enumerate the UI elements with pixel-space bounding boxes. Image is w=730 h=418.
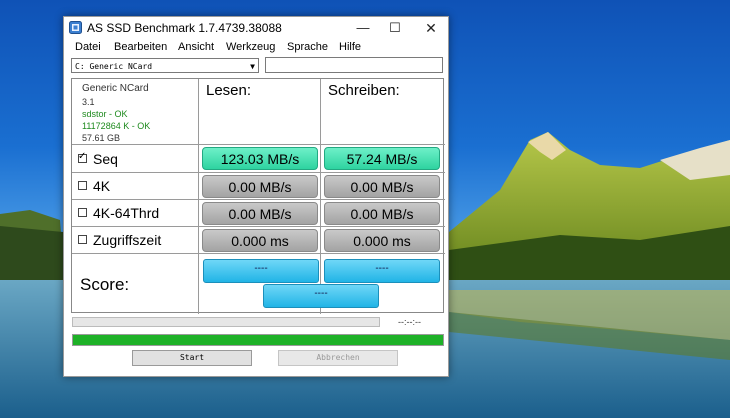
seq-checkbox[interactable] [78, 151, 87, 163]
grid-divider [320, 79, 321, 314]
row-label-4k-64thrd: 4K-64Thrd [78, 205, 159, 221]
column-header-write: Schreiben: [328, 82, 400, 99]
drive-capacity: 57.61 GB [82, 133, 121, 143]
seq-read-result: 123.03 MB/s [202, 147, 318, 170]
menu-hilfe[interactable]: Hilfe [339, 41, 361, 53]
grid-divider [72, 172, 445, 173]
maximize-button[interactable]: ☐ [380, 17, 410, 39]
drive-select[interactable]: C: Generic NCard ▼ [71, 58, 259, 73]
menu-werkzeug[interactable]: Werkzeug [226, 41, 275, 53]
chevron-down-icon[interactable]: ▼ [250, 59, 255, 74]
drive-select-value: C: Generic NCard [75, 62, 153, 71]
grid-divider [72, 253, 445, 254]
close-button[interactable]: ✕ [416, 17, 446, 39]
row-label-4k: 4K [78, 178, 110, 194]
driver-status: sdstor - OK [82, 109, 128, 119]
row-label-access-time: Zugriffszeit [78, 232, 161, 248]
menu-datei[interactable]: Datei [75, 41, 101, 53]
4k-read-result: 0.00 MB/s [202, 175, 318, 198]
access-time-write-result: 0.000 ms [324, 229, 440, 252]
menu-bearbeiten[interactable]: Bearbeiten [114, 41, 167, 53]
access-time-checkbox[interactable] [78, 235, 87, 244]
drive-name: Generic NCard [82, 83, 149, 94]
access-time-read-result: 0.000 ms [202, 229, 318, 252]
grid-divider [72, 144, 445, 145]
row-label-seq: Seq [78, 151, 118, 167]
seq-write-result: 57.24 MB/s [324, 147, 440, 170]
minimize-button[interactable]: — [348, 17, 378, 39]
row-label-text: Seq [93, 151, 118, 167]
path-field[interactable] [265, 57, 443, 73]
4k-checkbox[interactable] [78, 181, 87, 190]
start-button[interactable]: Start [132, 350, 252, 366]
menu-sprache[interactable]: Sprache [287, 41, 328, 53]
4k-write-result: 0.00 MB/s [324, 175, 440, 198]
score-write: ---- [324, 259, 440, 283]
app-icon [69, 21, 82, 34]
main-progress-bar [72, 334, 444, 346]
window-title: AS SSD Benchmark 1.7.4739.38088 [87, 21, 282, 35]
as-ssd-window: AS SSD Benchmark 1.7.4739.38088 — ☐ ✕ Da… [63, 16, 449, 377]
results-grid: Generic NCard 3.1 sdstor - OK 11172864 K… [71, 78, 445, 314]
score-total: ---- [263, 284, 379, 308]
menu-ansicht[interactable]: Ansicht [178, 41, 214, 53]
grid-divider [198, 79, 199, 314]
4k-64thrd-read-result: 0.00 MB/s [202, 202, 318, 225]
row-label-text: Zugriffszeit [93, 232, 162, 248]
abort-button[interactable]: Abbrechen [278, 350, 398, 366]
row-label-text: 4K [93, 178, 111, 194]
score-label: Score: [80, 275, 130, 294]
sub-progress-bar [72, 317, 380, 327]
alignment-status: 11172864 K - OK [82, 121, 151, 131]
title-bar[interactable]: AS SSD Benchmark 1.7.4739.38088 — ☐ ✕ [64, 17, 448, 39]
grid-divider [72, 226, 445, 227]
elapsed-timer: --:--:-- [398, 317, 421, 327]
grid-divider [72, 199, 445, 200]
score-read: ---- [203, 259, 319, 283]
row-label-text: 4K-64Thrd [93, 205, 160, 221]
column-header-read: Lesen: [206, 82, 252, 99]
4k-64thrd-write-result: 0.00 MB/s [324, 202, 440, 225]
drive-version: 3.1 [82, 97, 95, 107]
4k-64thrd-checkbox[interactable] [78, 208, 87, 217]
menu-bar: Datei Bearbeiten Ansicht Werkzeug Sprach… [64, 39, 448, 57]
